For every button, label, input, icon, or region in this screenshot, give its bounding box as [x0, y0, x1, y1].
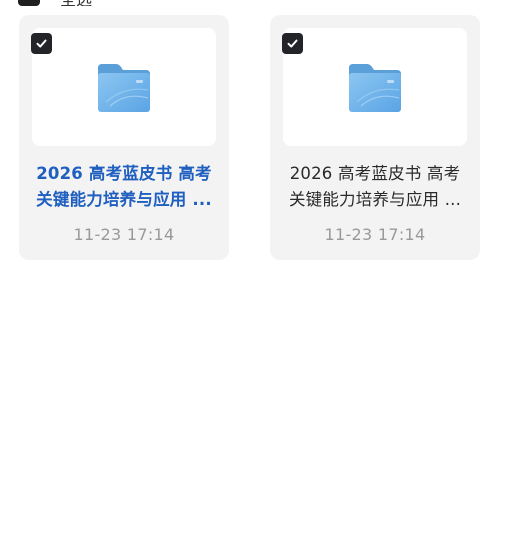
select-all-label: 全选 [60, 0, 92, 6]
folder-icon [96, 62, 152, 114]
file-modified-time: 11-23 17:14 [73, 225, 175, 244]
file-name-line2: 关键能力培养与应用 ... [36, 190, 212, 209]
file-card[interactable]: 2026 高考蓝皮书 高考 关键能力培养与应用 ... 11-23 17:14 [270, 15, 480, 260]
file-thumbnail[interactable] [32, 28, 216, 146]
checkmark-icon [36, 39, 47, 48]
file-thumbnail[interactable] [283, 28, 467, 146]
file-card[interactable]: 2026 高考蓝皮书 高考 关键能力培养与应用 ... 11-23 17:14 [19, 15, 229, 260]
file-select-checkbox[interactable] [31, 33, 52, 54]
file-name-line1: 2026 高考蓝皮书 高考 [289, 164, 461, 183]
folder-icon [347, 62, 403, 114]
checkmark-icon [287, 39, 298, 48]
file-name-line2: 关键能力培养与应用 ... [288, 190, 462, 209]
file-name[interactable]: 2026 高考蓝皮书 高考 关键能力培养与应用 ... [27, 161, 221, 213]
file-name[interactable]: 2026 高考蓝皮书 高考 关键能力培养与应用 ... [278, 161, 472, 213]
select-all-bar: 全选 [0, 0, 511, 6]
select-all-checkbox[interactable] [18, 0, 40, 6]
file-grid-page: 全选 [0, 0, 511, 535]
file-select-checkbox[interactable] [282, 33, 303, 54]
file-modified-time: 11-23 17:14 [324, 225, 426, 244]
file-name-line1: 2026 高考蓝皮书 高考 [36, 164, 212, 183]
